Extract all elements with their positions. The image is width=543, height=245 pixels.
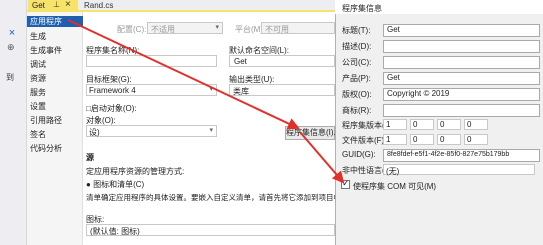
- annotation-arrows: [67, 19, 345, 184]
- arrow-to-assembly-info-button: [67, 19, 300, 130]
- arrow-to-com-visible-checkbox: [299, 131, 345, 184]
